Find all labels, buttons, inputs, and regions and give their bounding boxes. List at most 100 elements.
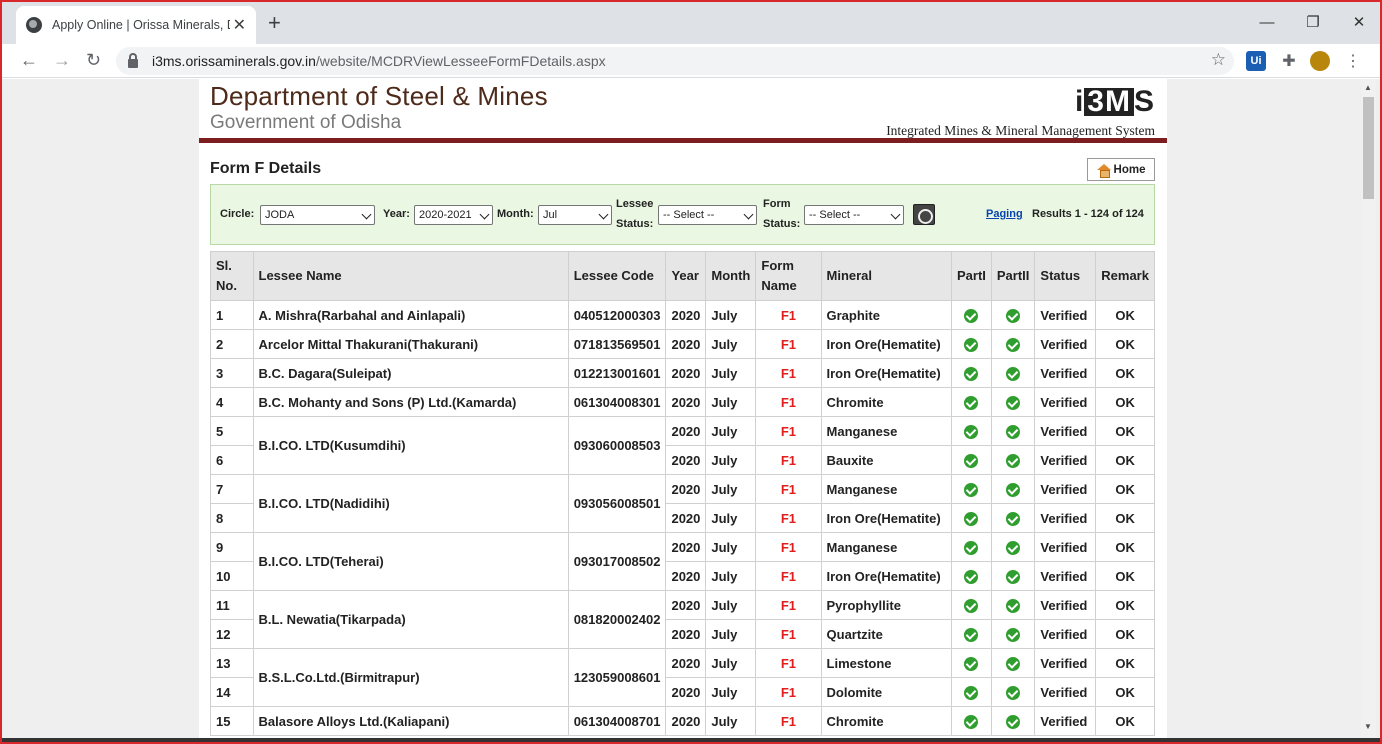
cell-status: Verified: [1034, 619, 1097, 649]
month-label: Month:: [497, 208, 534, 220]
cell-lessee-code: 093017008502: [567, 532, 667, 591]
system-tagline: Integrated Mines & Mineral Management Sy…: [886, 123, 1155, 138]
scroll-down-icon[interactable]: ▼: [1364, 722, 1372, 731]
forward-icon[interactable]: →: [53, 50, 71, 71]
table-row: 5 B.I.CO. LTD(Kusumdihi) 093060008503 2020 J…: [210, 416, 1155, 475]
form-f-table: Sl. No. Lessee Name Lessee Code Year Mont…: [210, 251, 1155, 736]
search-go-button[interactable]: [913, 204, 935, 225]
cell-status: Verified: [1034, 329, 1097, 359]
cell-status: Verified: [1034, 561, 1097, 591]
green-check-icon: [1006, 627, 1021, 642]
government-subtitle: Government of Odisha: [210, 112, 402, 133]
cell-mineral: Iron Ore(Hematite): [820, 503, 952, 533]
cell-lessee-name: B.S.L.Co.Ltd.(Birmitrapur): [252, 648, 569, 707]
browser-tab[interactable]: Apply Online | Orissa Minerals, D ✕: [16, 6, 256, 44]
cell-status: Verified: [1034, 706, 1097, 736]
year-label: Year:: [383, 208, 410, 220]
restore-icon[interactable]: ❐: [1290, 0, 1336, 44]
cell-part1: [950, 677, 992, 707]
cell-part1: [950, 416, 992, 446]
close-tab-icon[interactable]: ✕: [233, 15, 246, 35]
cell-part1: [950, 590, 992, 620]
cell-year: 2020: [665, 445, 707, 475]
bookmark-star-icon[interactable]: ☆: [1211, 50, 1226, 70]
menu-kebab-icon[interactable]: ⋮: [1343, 51, 1363, 71]
department-title: Department of Steel & Mines: [210, 81, 548, 111]
cell-part2: [990, 590, 1036, 620]
new-tab-icon[interactable]: +: [268, 10, 281, 36]
green-check-icon: [1006, 656, 1021, 671]
table-row: 9 B.I.CO. LTD(Teherai) 093017008502 2020 Jul…: [210, 532, 1155, 591]
cell-mineral: Pyrophyllite: [820, 590, 952, 620]
tab-bar: Apply Online | Orissa Minerals, D ✕ + — …: [0, 0, 1382, 44]
year-select[interactable]: 2020-2021: [414, 205, 493, 225]
scroll-up-icon[interactable]: ▲: [1364, 83, 1372, 92]
cell-form-name: F1: [755, 677, 822, 707]
cell-part2: [990, 416, 1036, 446]
cell-lessee-code: 040512000303: [567, 300, 667, 330]
cell-sl-no: 2: [210, 329, 254, 359]
window-controls: — ❐ ✕: [1244, 0, 1382, 44]
col-lessee-code: Lessee Code: [567, 251, 667, 301]
cell-part2: [990, 677, 1036, 707]
paging-link[interactable]: Paging: [986, 208, 1023, 220]
form-status-select[interactable]: -- Select --: [804, 205, 904, 225]
cell-form-name: F1: [755, 300, 822, 330]
ui-extension-icon[interactable]: Ui: [1246, 51, 1266, 71]
lessee-status-select[interactable]: -- Select --: [658, 205, 757, 225]
cell-status: Verified: [1034, 648, 1097, 678]
cell-sl-no: 6: [210, 445, 254, 475]
cell-lessee-code: 061304008301: [567, 387, 667, 417]
vertical-scrollbar[interactable]: ▲ ▼: [1361, 79, 1376, 744]
month-select[interactable]: Jul: [538, 205, 612, 225]
cell-remark: OK: [1095, 445, 1155, 475]
cell-part2: [990, 619, 1036, 649]
site-header: Department of Steel & Mines Government o…: [199, 79, 1167, 143]
circle-label: Circle:: [220, 208, 255, 220]
cell-part2: [990, 329, 1036, 359]
cell-year: 2020: [665, 358, 707, 388]
cell-sl-no: 4: [210, 387, 254, 417]
cell-sl-no: 13: [210, 648, 254, 678]
back-icon[interactable]: ←: [20, 50, 38, 71]
chevron-down-icon: [743, 209, 754, 220]
green-check-icon: [964, 685, 979, 700]
form-status-label-line2: Status:: [763, 218, 801, 230]
minimize-icon[interactable]: —: [1244, 0, 1290, 44]
chevron-down-icon: [361, 209, 372, 220]
cell-form-name: F1: [755, 648, 822, 678]
cell-part2: [990, 300, 1036, 330]
chevron-down-icon: [479, 209, 490, 220]
cell-remark: OK: [1095, 300, 1155, 330]
home-button[interactable]: Home: [1087, 158, 1155, 181]
cell-part2: [990, 532, 1036, 562]
cell-status: Verified: [1034, 590, 1097, 620]
circle-select[interactable]: JODA: [260, 205, 375, 225]
cell-month: July: [705, 677, 757, 707]
cell-mineral: Chromite: [820, 706, 952, 736]
reload-icon[interactable]: ↻: [86, 50, 101, 71]
green-check-icon: [964, 424, 979, 439]
cell-month: July: [705, 532, 757, 562]
cell-sl-no: 12: [210, 619, 254, 649]
cell-sl-no: 9: [210, 532, 254, 562]
cell-remark: OK: [1095, 590, 1155, 620]
cell-month: July: [705, 648, 757, 678]
green-check-icon: [964, 366, 979, 381]
cell-month: July: [705, 387, 757, 417]
green-check-icon: [964, 337, 979, 352]
close-window-icon[interactable]: ✕: [1336, 0, 1382, 44]
table-body: 1 A. Mishra(Rarbahal and Ainlapali) 040512…: [210, 300, 1155, 736]
profile-avatar[interactable]: [1310, 51, 1330, 71]
table-row: 15 Balasore Alloys Ltd.(Kaliapani) 0613040…: [210, 706, 1155, 736]
cell-form-name: F1: [755, 445, 822, 475]
scrollbar-thumb[interactable]: [1363, 97, 1374, 199]
cell-part2: [990, 358, 1036, 388]
cell-status: Verified: [1034, 387, 1097, 417]
cell-mineral: Manganese: [820, 416, 952, 446]
green-check-icon: [964, 627, 979, 642]
cell-month: July: [705, 445, 757, 475]
extensions-puzzle-icon[interactable]: ✚: [1279, 51, 1299, 71]
cell-status: Verified: [1034, 677, 1097, 707]
address-bar[interactable]: i3ms.orissaminerals.gov.in/website/MCDRV…: [116, 47, 1234, 75]
